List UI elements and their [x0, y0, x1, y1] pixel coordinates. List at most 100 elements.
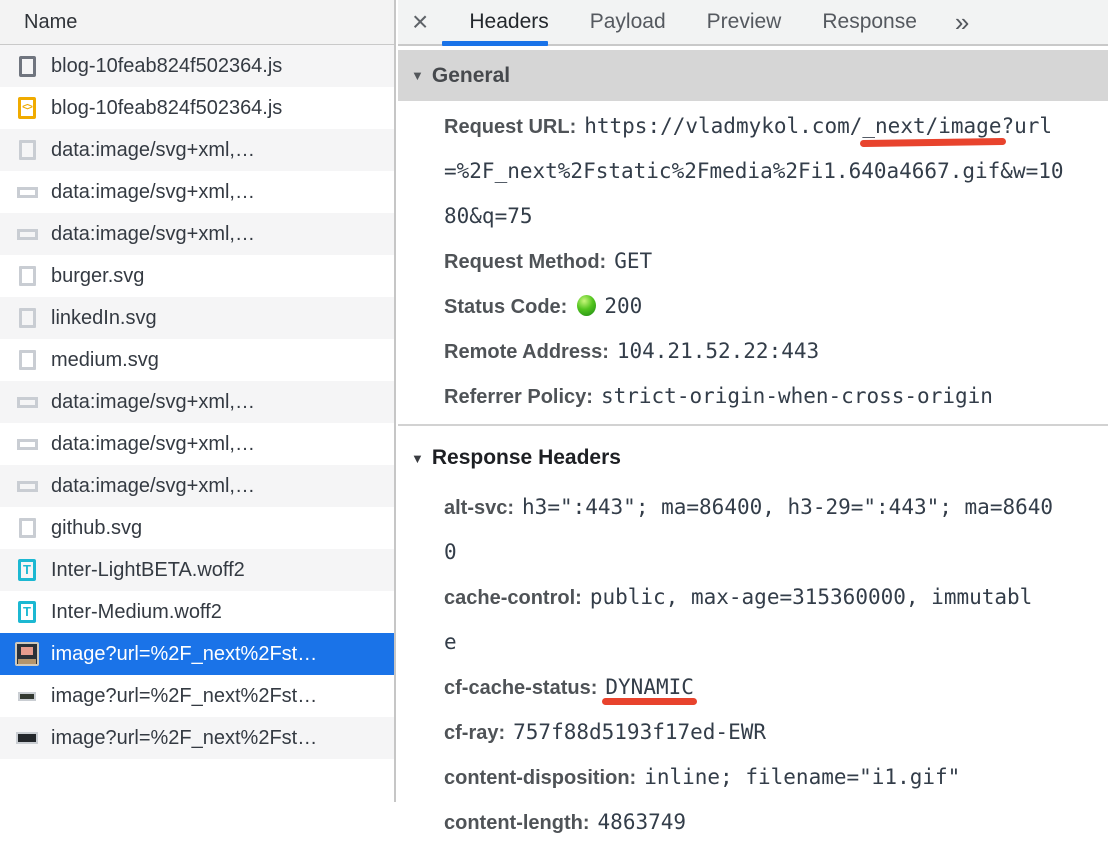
header-row-referrer-policy: Referrer Policy: strict-origin-when-cross…	[444, 375, 1100, 420]
header-name: cf-ray:	[444, 722, 505, 744]
request-name: Inter-LightBETA.woff2	[51, 559, 245, 582]
collapse-triangle-icon: ▼	[411, 68, 424, 83]
header-row-status-code: Status Code: 200	[444, 285, 1100, 330]
header-value: 104.21.52.22:443	[617, 339, 819, 363]
image-thumbnail-icon	[13, 640, 41, 668]
response-headers-section-body: alt-svc:h3=":443"; ma=86400, h3-29=":443…	[398, 480, 1108, 850]
request-row[interactable]: burger.svg	[0, 255, 394, 297]
request-row[interactable]: <> blog-10feab824f502364.js	[0, 87, 394, 129]
request-rows: blog-10feab824f502364.js <> blog-10feab8…	[0, 45, 394, 759]
tab-preview[interactable]: Preview	[707, 10, 782, 34]
header-value: GET	[614, 249, 652, 273]
request-name: data:image/svg+xml,…	[51, 433, 255, 456]
response-headers-section-title: Response Headers	[432, 446, 621, 470]
header-value: strict-origin-when-cross-origin	[601, 384, 993, 408]
request-row[interactable]: blog-10feab824f502364.js	[0, 45, 394, 87]
header-name: Request URL:	[444, 116, 576, 138]
image-wide-icon	[13, 430, 41, 458]
script-yellow-icon: <>	[13, 94, 41, 122]
status-green-dot-icon	[577, 295, 596, 316]
network-request-list-panel: Name blog-10feab824f502364.js <> blog-10…	[0, 0, 396, 802]
request-row[interactable]: image?url=%2F_next%2Fst…	[0, 717, 394, 759]
header-value: 757f88d5193f17ed-EWR	[513, 720, 766, 744]
header-name: Referrer Policy:	[444, 386, 593, 408]
request-name: data:image/svg+xml,…	[51, 223, 255, 246]
request-name: data:image/svg+xml,…	[51, 181, 255, 204]
request-name: Inter-Medium.woff2	[51, 601, 222, 624]
request-name: burger.svg	[51, 265, 144, 288]
header-name: Remote Address:	[444, 341, 609, 363]
header-row-cf-cache-status: cf-cache-status: DYNAMIC	[444, 666, 1100, 711]
image-square-icon	[13, 514, 41, 542]
request-name: image?url=%2F_next%2Fst…	[51, 643, 317, 666]
name-column-header[interactable]: Name	[0, 0, 394, 45]
image-square-icon	[13, 262, 41, 290]
more-tabs-chevron-icon[interactable]: »	[955, 7, 969, 38]
header-row-request-method: Request Method:GET	[444, 240, 1100, 285]
request-row[interactable]: image?url=%2F_next%2Fst…	[0, 675, 394, 717]
request-row[interactable]: linkedIn.svg	[0, 297, 394, 339]
request-row-selected[interactable]: image?url=%2F_next%2Fst…	[0, 633, 394, 675]
request-name: github.svg	[51, 517, 142, 540]
request-name: data:image/svg+xml,…	[51, 391, 255, 414]
general-section-header[interactable]: ▼ General	[398, 50, 1108, 101]
request-name: blog-10feab824f502364.js	[51, 55, 282, 78]
request-name: image?url=%2F_next%2Fst…	[51, 727, 317, 750]
image-wide-icon	[13, 388, 41, 416]
request-row[interactable]: data:image/svg+xml,…	[0, 129, 394, 171]
image-square-icon	[13, 346, 41, 374]
header-name: content-length:	[444, 812, 590, 834]
header-row-cf-ray: cf-ray: 757f88d5193f17ed-EWR	[444, 711, 1100, 756]
header-value: 200	[604, 294, 642, 318]
request-name: blog-10feab824f502364.js	[51, 97, 282, 120]
request-row[interactable]: data:image/svg+xml,…	[0, 213, 394, 255]
header-value: https://vladmykol.com/	[584, 114, 862, 138]
general-section-body: Request URL: https://vladmykol.com/_next/…	[398, 101, 1108, 424]
request-row[interactable]: data:image/svg+xml,…	[0, 171, 394, 213]
header-value: inline; filename="i1.gif"	[644, 765, 960, 789]
tab-headers[interactable]: Headers	[469, 10, 548, 34]
request-row[interactable]: github.svg	[0, 507, 394, 549]
header-row-alt-svc: alt-svc:h3=":443"; ma=86400, h3-29=":443…	[444, 486, 1059, 576]
header-row-remote-address: Remote Address: 104.21.52.22:443	[444, 330, 1100, 375]
request-row[interactable]: T Inter-Medium.woff2	[0, 591, 394, 633]
collapse-triangle-icon: ▼	[411, 451, 424, 466]
image-wide-icon	[13, 178, 41, 206]
request-name: medium.svg	[51, 349, 159, 372]
request-row[interactable]: data:image/svg+xml,…	[0, 465, 394, 507]
request-row[interactable]: data:image/svg+xml,…	[0, 381, 394, 423]
header-row-cache-control: cache-control:public, max-age=315360000,…	[444, 576, 1042, 666]
image-dark-wide-icon	[13, 682, 41, 710]
details-tab-bar: × Headers Payload Preview Response »	[398, 0, 1108, 46]
header-name: cache-control:	[444, 587, 582, 609]
response-headers-section-header[interactable]: ▼ Response Headers	[398, 426, 1108, 480]
header-value: h3=":443"; ma=86400, h3-29=":443"; ma=86…	[444, 495, 1053, 564]
request-row[interactable]: T Inter-LightBETA.woff2	[0, 549, 394, 591]
header-name: Status Code:	[444, 296, 567, 318]
request-details-panel: × Headers Payload Preview Response » ▼ G…	[398, 0, 1108, 802]
active-tab-underline	[442, 41, 548, 46]
image-square-icon	[13, 304, 41, 332]
header-value-red-underlined: _next/image	[862, 114, 1001, 138]
general-section-title: General	[432, 64, 510, 88]
tab-payload[interactable]: Payload	[590, 10, 666, 34]
image-dark-wide-icon	[13, 724, 41, 752]
close-icon[interactable]: ×	[412, 8, 428, 36]
header-name: cf-cache-status:	[444, 677, 597, 699]
font-icon: T	[13, 598, 41, 626]
request-row[interactable]: medium.svg	[0, 339, 394, 381]
request-name: data:image/svg+xml,…	[51, 475, 255, 498]
name-column-label: Name	[24, 11, 77, 34]
header-value-red-underlined: DYNAMIC	[605, 675, 694, 699]
header-name: alt-svc:	[444, 497, 514, 519]
tab-response[interactable]: Response	[822, 10, 917, 34]
image-square-icon	[13, 136, 41, 164]
image-wide-icon	[13, 220, 41, 248]
request-row[interactable]: data:image/svg+xml,…	[0, 423, 394, 465]
font-icon: T	[13, 556, 41, 584]
request-name: image?url=%2F_next%2Fst…	[51, 685, 317, 708]
header-value: 4863749	[598, 810, 687, 834]
header-name: content-disposition:	[444, 767, 636, 789]
header-row-content-length: content-length: 4863749	[444, 801, 1100, 846]
header-row-content-disposition: content-disposition: inline; filename="i1…	[444, 756, 1100, 801]
